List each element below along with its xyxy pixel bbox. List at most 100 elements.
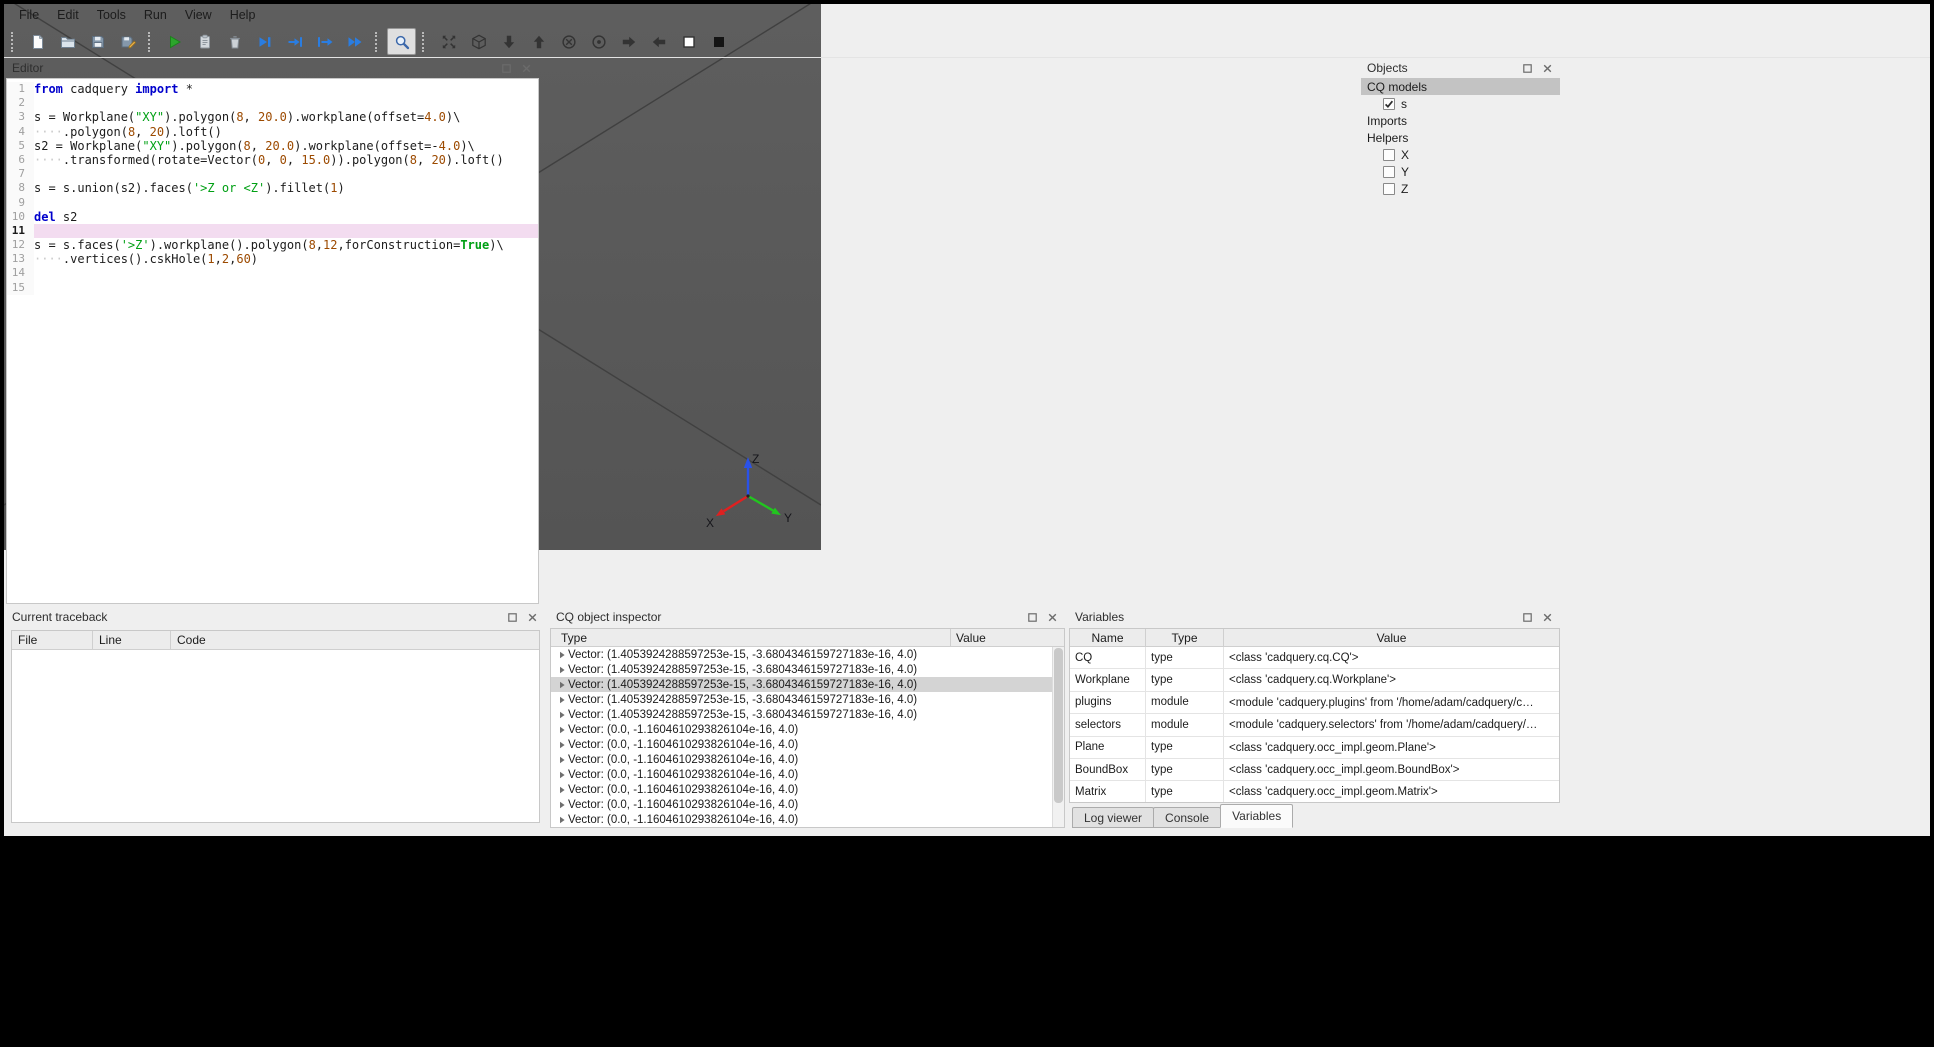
unchecked-checkbox[interactable] — [1383, 182, 1395, 195]
close-panel-button[interactable] — [1541, 611, 1554, 624]
code-line-13[interactable]: 13 ····.vertices().cskHole(1,2,60) — [7, 252, 538, 267]
menu-view[interactable]: View — [176, 6, 221, 24]
code-line-2[interactable]: 2 — [7, 96, 538, 111]
code-line-7[interactable]: 7 — [7, 167, 538, 182]
inspector-row[interactable]: Vector: (0.0, -1.1604610293826104e-16, 4… — [551, 722, 1052, 737]
code-line-11[interactable]: 11 — [7, 223, 538, 239]
toolbar-handle[interactable] — [148, 31, 152, 52]
code-line-6[interactable]: 6 ····.transformed(rotate=Vector(0, 0, 15… — [7, 152, 538, 168]
column-header-type[interactable]: Type — [551, 629, 951, 646]
column-header-code[interactable]: Code — [171, 631, 539, 649]
inspector-row[interactable]: Vector: (1.4053924288597253e-15, -3.6804… — [551, 662, 1052, 677]
expand-arrow-icon[interactable] — [555, 741, 568, 749]
render-button[interactable] — [160, 28, 189, 55]
continue-button[interactable] — [340, 28, 369, 55]
expand-arrow-icon[interactable] — [555, 666, 568, 674]
top-view-button[interactable] — [494, 28, 523, 55]
tree-item-x[interactable]: X — [1361, 146, 1560, 163]
shaded-view-button[interactable] — [704, 28, 733, 55]
float-panel-button[interactable] — [1026, 611, 1039, 624]
code-line-8[interactable]: 8s = s.union(s2).faces('>Z or <Z').fille… — [7, 181, 538, 196]
inspector-row[interactable]: Vector: (0.0, -1.1604610293826104e-16, 4… — [551, 752, 1052, 767]
close-panel-button[interactable] — [1541, 62, 1554, 75]
tab-log-viewer[interactable]: Log viewer — [1072, 807, 1155, 828]
step-in-button[interactable] — [280, 28, 309, 55]
tree-item-y[interactable]: Y — [1361, 163, 1560, 180]
menu-run[interactable]: Run — [135, 6, 176, 24]
bottom-view-button[interactable] — [524, 28, 553, 55]
code-line-9[interactable]: 9 — [7, 195, 538, 210]
variable-row[interactable]: BoundBox type <class 'cadquery.occ_impl.ge… — [1070, 758, 1559, 782]
save-button[interactable] — [83, 28, 112, 55]
fit-view-button[interactable] — [434, 28, 463, 55]
expand-arrow-icon[interactable] — [555, 696, 568, 704]
left-view-button[interactable] — [614, 28, 643, 55]
variable-row[interactable]: Plane type <class 'cadquery.occ_impl.geom.… — [1070, 736, 1559, 759]
tree-item-imports[interactable]: Imports — [1361, 112, 1560, 129]
expand-arrow-icon[interactable] — [555, 756, 568, 764]
inspector-row[interactable]: Vector: (1.4053924288597253e-15, -3.6804… — [551, 707, 1052, 722]
new-button[interactable] — [23, 28, 52, 55]
column-header-type[interactable]: Type — [1146, 629, 1224, 646]
inspector-row[interactable]: Vector: (0.0, -1.1604610293826104e-16, 4… — [551, 737, 1052, 752]
inspector-row[interactable]: Vector: (0.0, -1.1604610293826104e-16, 4… — [551, 812, 1052, 827]
inspector-row[interactable]: Vector: (1.4053924288597253e-15, -3.6804… — [551, 692, 1052, 707]
variable-row[interactable]: plugins module <module 'cadquery.plugins' … — [1070, 691, 1559, 715]
float-panel-button[interactable] — [500, 62, 513, 75]
float-panel-button[interactable] — [1521, 62, 1534, 75]
tree-item-z[interactable]: Z — [1361, 180, 1560, 197]
scrollbar-thumb[interactable] — [1054, 648, 1063, 803]
variable-row[interactable]: CQ type <class 'cadquery.cq.CQ'> — [1070, 647, 1559, 670]
iso-view-button[interactable] — [464, 28, 493, 55]
front-view-button[interactable] — [554, 28, 583, 55]
expand-arrow-icon[interactable] — [555, 771, 568, 779]
tab-console[interactable]: Console — [1153, 807, 1222, 828]
code-line-14[interactable]: 14 — [7, 266, 538, 281]
variable-row[interactable]: Workplane type <class 'cadquery.cq.Workpla… — [1070, 669, 1559, 692]
menu-tools[interactable]: Tools — [88, 6, 135, 24]
toolbar-handle[interactable] — [375, 31, 379, 52]
menu-help[interactable]: Help — [221, 6, 265, 24]
code-line-5[interactable]: 5 s2 = Workplane("XY").polygon(8, 20.0).w… — [7, 138, 538, 153]
menu-file[interactable]: File — [10, 6, 48, 24]
toolbar-handle[interactable] — [422, 31, 426, 52]
debug-button[interactable] — [190, 28, 219, 55]
expand-arrow-icon[interactable] — [555, 801, 568, 809]
variable-row[interactable]: Matrix type <class 'cadquery.occ_impl.geom… — [1070, 781, 1559, 802]
code-editor[interactable]: 1 from cadquery import * 2 3 s = Workplane("… — [6, 78, 539, 604]
code-line-1[interactable]: 1 from cadquery import * — [7, 82, 538, 97]
code-line-10[interactable]: 10 del s2 — [7, 209, 538, 224]
column-header-file[interactable]: File — [12, 631, 93, 649]
code-line-15[interactable]: 15 — [7, 280, 538, 295]
column-header-value[interactable]: Value — [951, 629, 1064, 646]
expand-arrow-icon[interactable] — [555, 651, 568, 659]
wireframe-view-button[interactable] — [674, 28, 703, 55]
column-header-value[interactable]: Value — [1224, 629, 1559, 646]
code-line-3[interactable]: 3s = Workplane("XY").polygon(8, 20.0).wo… — [7, 110, 538, 125]
inspector-scrollbar[interactable] — [1052, 647, 1064, 827]
expand-arrow-icon[interactable] — [555, 786, 568, 794]
screenshot-button[interactable] — [387, 28, 416, 55]
inspector-row[interactable]: Vector: (1.4053924288597253e-15, -3.6804… — [551, 647, 1052, 662]
close-panel-button[interactable] — [520, 62, 533, 75]
back-view-button[interactable] — [584, 28, 613, 55]
unchecked-checkbox[interactable] — [1383, 165, 1395, 178]
open-button[interactable] — [53, 28, 82, 55]
inspector-row[interactable]: Vector: (0.0, -1.1604610293826104e-16, 4… — [551, 767, 1052, 782]
expand-arrow-icon[interactable] — [555, 726, 568, 734]
tab-variables[interactable]: Variables — [1220, 804, 1294, 828]
unchecked-checkbox[interactable] — [1383, 148, 1395, 161]
variable-row[interactable]: selectors module <module 'cadquery.selecto… — [1070, 714, 1559, 737]
inspector-row[interactable]: Vector: (0.0, -1.1604610293826104e-16, 4… — [551, 797, 1052, 812]
menu-edit[interactable]: Edit — [48, 6, 88, 24]
right-view-button[interactable] — [644, 28, 673, 55]
float-panel-button[interactable] — [506, 611, 519, 624]
column-header-name[interactable]: Name — [1070, 629, 1146, 646]
expand-arrow-icon[interactable] — [555, 816, 568, 824]
inspector-row[interactable]: Vector: (1.4053924288597253e-15, -3.6804… — [551, 677, 1052, 692]
expand-arrow-icon[interactable] — [555, 681, 568, 689]
code-line-4[interactable]: 4 ····.polygon(8, 20).loft() — [7, 124, 538, 139]
toolbar-handle[interactable] — [11, 31, 15, 52]
code-line-12[interactable]: 12 s = s.faces('>Z').workplane().polygon(… — [7, 238, 538, 253]
tree-item-helpers[interactable]: Helpers — [1361, 129, 1560, 146]
